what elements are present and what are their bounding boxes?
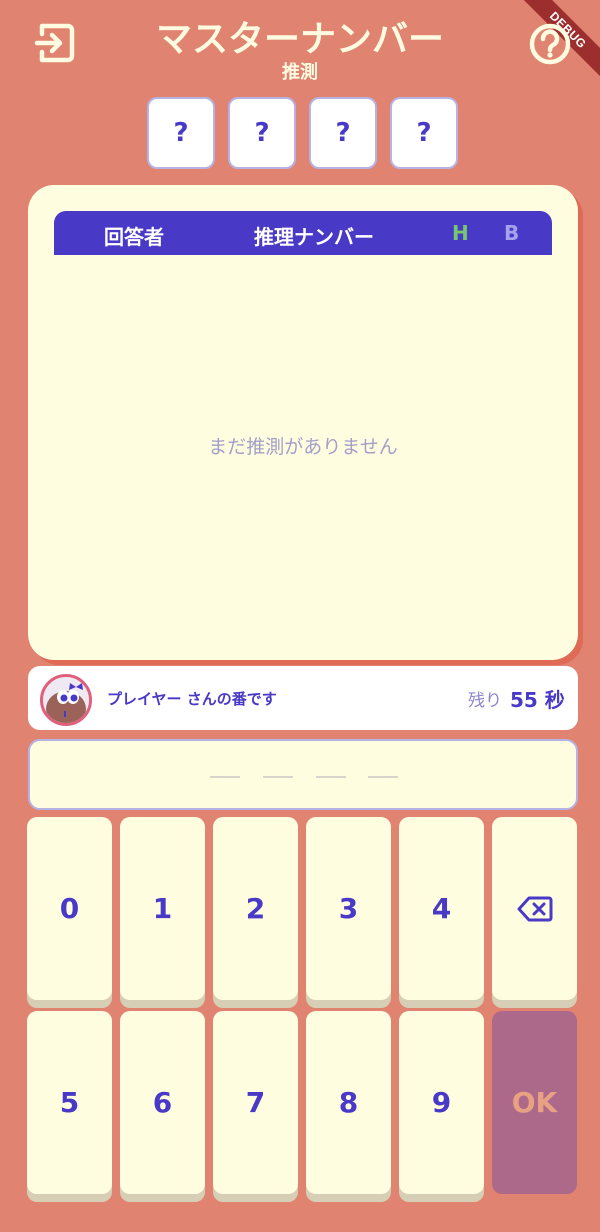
key-2[interactable]: 2 (213, 817, 298, 1000)
help-icon[interactable] (528, 22, 572, 66)
digit-slot (263, 776, 293, 778)
screen-subtitle: 推測 (282, 62, 318, 83)
column-answerer: 回答者 (104, 225, 164, 249)
column-blow: B (504, 221, 520, 245)
secret-number-row: ? ? ? ? (147, 97, 458, 169)
digit-slot (368, 776, 398, 778)
key-8[interactable]: 8 (306, 1011, 391, 1194)
secret-digit: ? (309, 97, 377, 169)
secret-digit: ? (228, 97, 296, 169)
backspace-button[interactable] (492, 817, 577, 1000)
character-icon (46, 683, 86, 723)
column-guess-number: 推理ナンバー (254, 225, 374, 249)
guess-input-field[interactable] (28, 739, 578, 810)
key-7[interactable]: 7 (213, 1011, 298, 1194)
remaining-label: 残り (468, 691, 502, 711)
key-0[interactable]: 0 (27, 817, 112, 1000)
backspace-icon (517, 896, 552, 921)
turn-status-bar: プレイヤー さんの番です 残り 55 秒 (28, 666, 578, 730)
digit-slot (210, 776, 240, 778)
empty-history-message: まだ推測がありません (208, 436, 398, 458)
history-header: 回答者 推理ナンバー H B (54, 211, 552, 255)
remaining-time: 55 秒 (510, 688, 565, 712)
ok-button[interactable]: OK (492, 1011, 577, 1194)
turn-message: プレイヤー さんの番です (107, 690, 277, 708)
key-5[interactable]: 5 (27, 1011, 112, 1194)
digit-slot (316, 776, 346, 778)
secret-digit: ? (147, 97, 215, 169)
column-hit: H (452, 221, 469, 245)
guess-history-card: 回答者 推理ナンバー H B まだ推測がありません (28, 185, 578, 660)
app-title: マスターナンバー (155, 19, 444, 60)
key-6[interactable]: 6 (120, 1011, 205, 1194)
key-4[interactable]: 4 (399, 817, 484, 1000)
secret-digit: ? (390, 97, 458, 169)
key-1[interactable]: 1 (120, 817, 205, 1000)
avatar (40, 674, 92, 726)
key-9[interactable]: 9 (399, 1011, 484, 1194)
key-3[interactable]: 3 (306, 817, 391, 1000)
